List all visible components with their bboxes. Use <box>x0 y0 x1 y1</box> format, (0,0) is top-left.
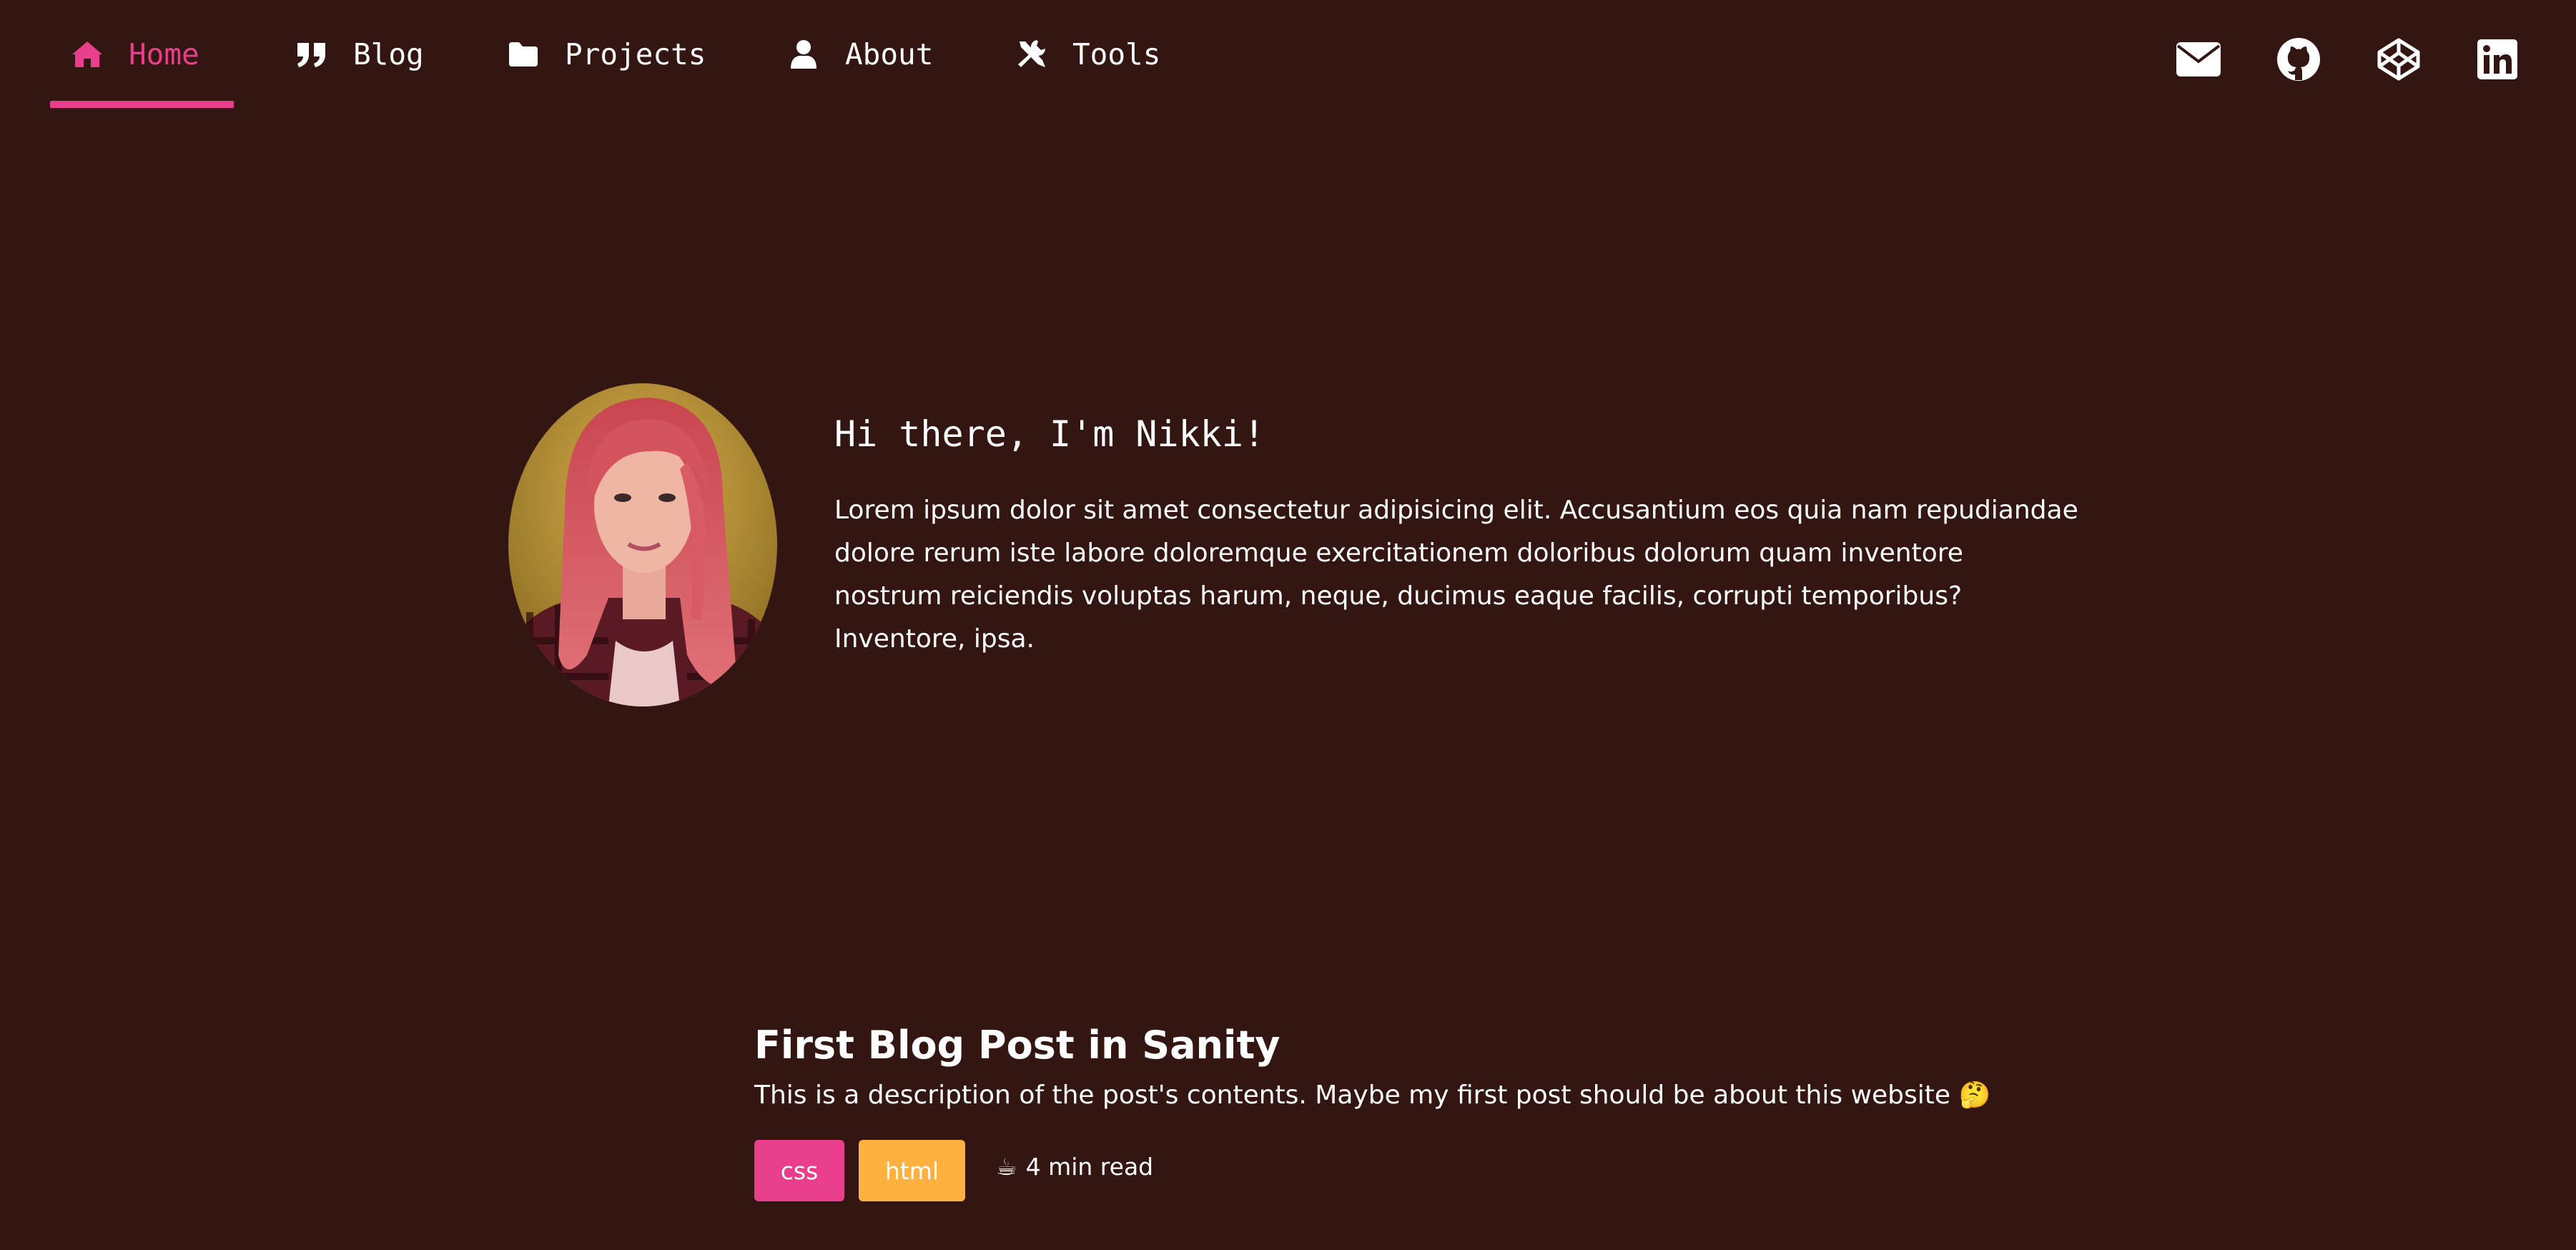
quote-icon <box>295 37 329 72</box>
github-icon <box>2276 37 2321 85</box>
hero-intro-text: Lorem ipsum dolor sit amet consectetur a… <box>834 496 2078 654</box>
tools-icon <box>1014 37 1048 72</box>
envelope-icon <box>2176 41 2221 81</box>
nav-projects[interactable]: Projects <box>506 0 706 109</box>
linkedin-link[interactable] <box>2474 37 2521 84</box>
nav-about-label: About <box>845 37 934 72</box>
nav-tools[interactable]: Tools <box>1014 0 1160 109</box>
hero-title: Hi there, I'm Nikki! <box>834 413 1265 455</box>
active-nav-indicator <box>50 101 234 108</box>
tag-html[interactable]: html <box>859 1140 965 1201</box>
home-icon <box>70 37 104 72</box>
codepen-icon <box>2377 37 2421 85</box>
post-description: This is a description of the post's cont… <box>754 1081 1991 1110</box>
profile-avatar <box>508 383 777 707</box>
nav-home[interactable]: Home <box>70 0 199 109</box>
nav-tools-label: Tools <box>1072 37 1161 72</box>
nav-blog-label: Blog <box>353 37 424 72</box>
github-link[interactable] <box>2275 37 2322 84</box>
tag-css[interactable]: css <box>754 1140 844 1201</box>
nav-about[interactable]: About <box>786 0 933 109</box>
read-time-label: 4 min read <box>1025 1153 1154 1181</box>
email-link[interactable] <box>2175 37 2222 84</box>
post-title[interactable]: First Blog Post in Sanity <box>754 1023 1280 1068</box>
nav-projects-label: Projects <box>565 37 706 72</box>
folder-icon <box>506 37 541 72</box>
codepen-link[interactable] <box>2375 37 2422 84</box>
user-icon <box>786 37 821 72</box>
nav-home-label: Home <box>129 37 199 72</box>
main-nav: Home Blog Projects About Tools <box>0 0 2576 122</box>
read-time: ☕ 4 min read <box>996 1153 1153 1181</box>
nav-blog[interactable]: Blog <box>295 0 424 109</box>
coffee-icon: ☕ <box>996 1153 1017 1181</box>
linkedin-icon <box>2477 39 2517 83</box>
